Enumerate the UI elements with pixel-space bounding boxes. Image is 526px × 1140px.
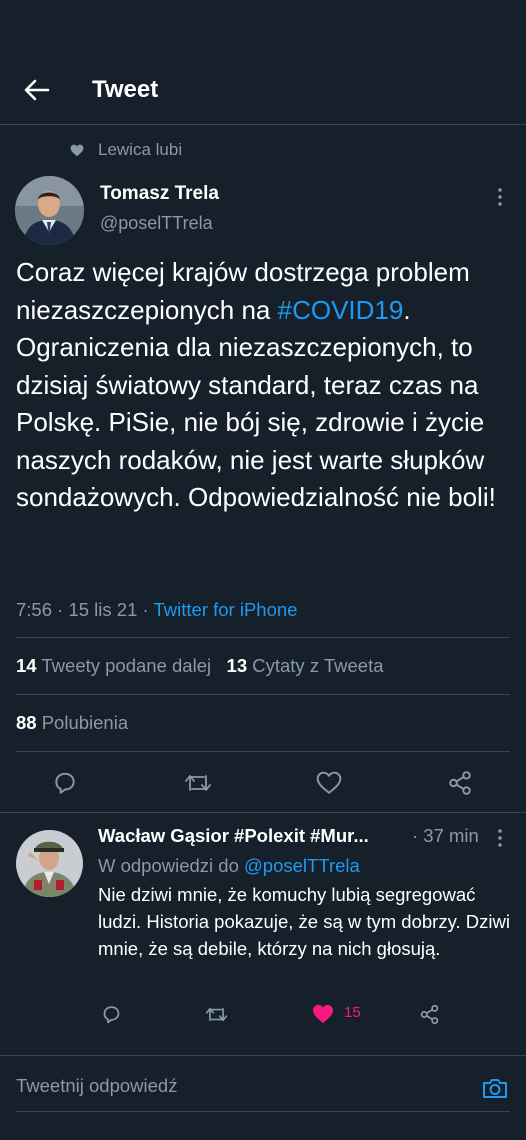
divider <box>0 1055 526 1056</box>
tweet-time: 7:56 <box>16 599 53 620</box>
heart-icon <box>316 771 342 794</box>
reply-share-button[interactable] <box>416 1001 442 1027</box>
divider <box>16 694 510 695</box>
author-avatar-image <box>15 176 84 245</box>
retweets-count: 14 <box>16 655 37 676</box>
tweet-text-part: . Ograniczenia dla niezaszczepionych, to… <box>16 294 496 513</box>
social-context-label: Lewica lubi <box>98 140 183 159</box>
reply-reply-button[interactable] <box>98 1001 124 1027</box>
compose-divider <box>16 1111 510 1112</box>
quotes-stat[interactable]: 13 Cytaty z Tweeta <box>227 655 384 676</box>
separator-dot: · <box>142 599 149 620</box>
author-avatar[interactable] <box>15 176 84 245</box>
tweet-text: Coraz więcej krajów dostrzega problem ni… <box>16 254 516 517</box>
heart-icon <box>70 144 84 156</box>
share-icon <box>449 771 471 795</box>
likes-stats-row[interactable]: 88 Polubienia <box>16 710 128 736</box>
reply-author-avatar[interactable] <box>16 830 83 897</box>
header-divider <box>0 124 526 125</box>
reply-avatar-image <box>16 830 83 897</box>
reply-button[interactable] <box>50 768 80 798</box>
quotes-count: 13 <box>226 655 248 676</box>
more-icon <box>498 188 502 206</box>
divider <box>16 751 510 752</box>
camera-button[interactable] <box>480 1073 510 1103</box>
retweets-stat[interactable]: 14 Tweety podane dalej <box>16 655 211 676</box>
retweet-icon <box>185 775 211 791</box>
reply-context-prefix: W odpowiedzi do <box>98 855 239 876</box>
retweet-icon <box>205 1007 227 1021</box>
like-button[interactable] <box>314 768 344 798</box>
likes-label: Polubienia <box>41 712 129 733</box>
tweet-source-link[interactable]: Twitter for iPhone <box>154 599 298 620</box>
reply-text: Nie dziwi mnie, że komuchy lubią segrego… <box>98 884 510 959</box>
author-handle[interactable]: @poselTTrela <box>100 213 213 234</box>
divider <box>16 637 510 638</box>
reply-retweet-button[interactable] <box>203 1001 229 1027</box>
retweet-stats-row: 14 Tweety podane dalej 13 Cytaty z Tweet… <box>16 653 384 679</box>
divider <box>0 812 526 813</box>
reply-compose-input[interactable]: Tweetnij odpowiedź <box>16 1073 177 1099</box>
tweet-meta: 7:56 · 15 lis 21 · Twitter for iPhone <box>16 597 297 623</box>
share-button[interactable] <box>445 768 475 798</box>
share-icon <box>420 1004 438 1024</box>
reply-author-name[interactable]: Wacław Gąsior #Polexit #Mur... <box>98 825 369 847</box>
social-context: Lewica lubi <box>70 138 182 162</box>
more-options-button[interactable] <box>490 182 510 212</box>
reply-time: · 37 min <box>412 825 479 846</box>
tweet-date: 15 lis 21 <box>68 599 138 620</box>
likes-count: 88 <box>16 712 37 733</box>
back-button[interactable] <box>20 74 54 106</box>
page-title: Tweet <box>92 76 159 103</box>
reply-context-handle[interactable]: @poselTTrela <box>244 855 360 876</box>
reply-more-options-button[interactable] <box>491 826 509 850</box>
reply-context: W odpowiedzi do @poselTTrela <box>98 853 360 879</box>
reply-like-count: 15 <box>344 1004 361 1021</box>
quotes-label: Cytaty z Tweeta <box>252 655 384 676</box>
reply-icon <box>55 772 75 794</box>
camera-icon <box>483 1079 507 1098</box>
reply-like-button[interactable] <box>310 1001 336 1027</box>
reply-icon <box>103 1005 119 1023</box>
retweet-button[interactable] <box>183 768 213 798</box>
hashtag-link[interactable]: #COVID19 <box>278 295 404 325</box>
more-icon <box>498 829 502 847</box>
back-arrow-icon <box>24 79 50 101</box>
author-name[interactable]: Tomasz Trela <box>100 183 219 205</box>
heart-filled-icon <box>313 1004 333 1024</box>
separator-dot: · <box>57 599 64 620</box>
retweets-label: Tweety podane dalej <box>41 655 212 676</box>
